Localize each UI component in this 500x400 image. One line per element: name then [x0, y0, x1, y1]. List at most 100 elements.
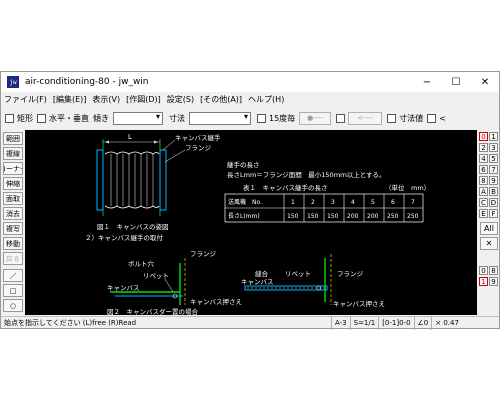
layer-button-b[interactable]: B — [489, 187, 498, 196]
tool-erase[interactable]: 消去 — [3, 207, 23, 220]
tool-chamfer[interactable]: 面取 — [3, 192, 23, 205]
rect-checkbox[interactable] — [5, 113, 14, 123]
minimize-button[interactable]: − — [413, 72, 441, 92]
app-window: jw air-conditioning-80 - jw_win − ☐ ✕ ファ… — [0, 71, 500, 330]
deg15-checkbox[interactable] — [257, 113, 266, 123]
flange-label: フランジ — [185, 144, 212, 152]
maximize-button[interactable]: ☐ — [442, 72, 470, 92]
table-header-cell: 1 — [291, 199, 295, 206]
drawing-canvas[interactable]: L キャンバス継手 フランジ 図１ キャンバスの姿図 ２）キャンバス継手の取付 … — [25, 130, 477, 315]
tool-circle-icon[interactable]: ○ — [3, 299, 23, 312]
rect-label: 矩形 — [17, 113, 33, 123]
table-cell: 250 — [407, 213, 419, 220]
left-tool-panel: 範囲 複線 コーナー 伸縮 面取 消去 複写 移動 戻る ／ □ ○ — [3, 132, 23, 316]
hv-label: 水平・垂直 — [49, 113, 89, 123]
layer-button-d[interactable]: D — [489, 198, 498, 207]
scale-indicator[interactable]: S=1/1 — [349, 316, 379, 330]
menu-edit[interactable]: [編集(E)] — [53, 94, 87, 105]
layer-off-icon[interactable]: ✕ — [480, 237, 498, 250]
leader-flange — [164, 149, 186, 163]
presser-label: キャンバス押さえ — [333, 299, 385, 308]
layer-button-2[interactable]: 2 — [479, 143, 488, 152]
layer-button-5[interactable]: 5 — [489, 154, 498, 163]
table-header-cell: 6 — [391, 199, 395, 206]
table-cell: 200 — [347, 213, 359, 220]
canvas-joint-label: キャンバス継手 — [175, 133, 221, 142]
tool-range[interactable]: 範囲 — [3, 132, 23, 145]
canvas-bottom-wave — [104, 205, 160, 209]
group-button-1[interactable]: 1 — [479, 277, 488, 286]
table-cell: 150 — [327, 213, 339, 220]
flange-right — [159, 149, 167, 211]
lt-label: < — [439, 113, 446, 123]
dim-l-label: L — [128, 133, 132, 141]
angle-select[interactable] — [113, 111, 163, 125]
layer-button-7[interactable]: 7 — [489, 165, 498, 174]
fig1-caption: 図１ キャンバスの姿図 — [97, 222, 169, 231]
tool-copy[interactable]: 複写 — [3, 222, 23, 235]
tool-move[interactable]: 移動 — [3, 237, 23, 250]
layer-button-4[interactable]: 4 — [479, 154, 488, 163]
point-button[interactable]: ●---- — [299, 111, 332, 125]
menu-view[interactable]: 表示(V) — [92, 94, 120, 105]
layer-button-f[interactable]: F — [489, 209, 498, 218]
table-cell: 長さL(mm) — [228, 213, 260, 220]
table-header-cell: 7 — [411, 199, 415, 206]
tool-rect-icon[interactable]: □ — [3, 284, 23, 297]
layer-button-0[interactable]: 0 — [479, 132, 488, 141]
tool-undo[interactable]: 戻る — [3, 252, 23, 265]
table-cell: 250 — [387, 213, 399, 220]
table-header-cell: 4 — [351, 199, 355, 206]
length-notes: 継手の長さ 長さLmm＝フランジ面間 最小150ｍｍ以上とする。 表１ キャンバ… — [227, 160, 430, 192]
toolbar: 矩形 水平・垂直 傾き 寸法 15度毎 ●---- <---- 寸法値 < — [1, 108, 499, 128]
dimval-label: 寸法値 — [399, 113, 424, 123]
table-title: 表１ キャンバス継手の長さ — [243, 183, 328, 192]
tool-parallel[interactable]: 複線 — [3, 147, 23, 160]
layer-panel: 0 1 2 3 4 5 6 7 8 9 A B C D E F All ✕ 0 … — [479, 132, 499, 316]
hv-checkbox[interactable] — [37, 113, 46, 123]
layer-indicator[interactable]: [0-1]0-0 — [378, 316, 413, 330]
layer-all-button[interactable]: All — [480, 222, 498, 235]
detail-canvas-bar — [244, 285, 328, 291]
detail-left: フランジ ボルト穴 リベット キャンバス キャンバス押さえ — [107, 250, 242, 306]
menu-help[interactable]: ヘルプ(H) — [248, 94, 284, 105]
group-button-8[interactable]: 8 — [489, 266, 498, 275]
layer-button-a[interactable]: A — [479, 187, 488, 196]
table-header-cell: 3 — [331, 199, 335, 206]
layer-button-6[interactable]: 6 — [479, 165, 488, 174]
menu-file[interactable]: ファイル(F) — [4, 94, 47, 105]
arrow-checkbox[interactable] — [336, 113, 346, 123]
flange-left — [96, 149, 104, 211]
layer-button-1[interactable]: 1 — [489, 132, 498, 141]
layer-button-3[interactable]: 3 — [489, 143, 498, 152]
tool-corner[interactable]: コーナー — [3, 162, 23, 175]
angle-indicator[interactable]: ∠0 — [413, 316, 432, 330]
close-button[interactable]: ✕ — [471, 72, 499, 92]
title-bar: jw air-conditioning-80 - jw_win − ☐ ✕ — [1, 72, 499, 92]
paper-size[interactable]: A-3 — [331, 316, 350, 330]
group-button-9[interactable]: 9 — [489, 277, 498, 286]
dim-arrow-right-icon — [154, 140, 158, 144]
menu-draw[interactable]: [作図(D)] — [126, 94, 161, 105]
dimval-checkbox[interactable] — [387, 113, 397, 123]
layer-button-e[interactable]: E — [479, 209, 488, 218]
layer-button-9[interactable]: 9 — [489, 176, 498, 185]
arrow-button[interactable]: <---- — [348, 111, 383, 125]
lt-checkbox[interactable] — [427, 113, 437, 123]
dim-label: 寸法 — [169, 113, 185, 123]
group-button-0[interactable]: 0 — [479, 266, 488, 275]
angle-label: 傾き — [93, 113, 109, 123]
menu-other[interactable]: [その他(A)] — [200, 94, 242, 105]
dim-select[interactable] — [189, 111, 251, 125]
menu-settings[interactable]: 設定(S) — [167, 94, 194, 105]
tool-stretch[interactable]: 伸縮 — [3, 177, 23, 190]
canvas-label: キャンバス — [107, 284, 140, 292]
tool-line-icon[interactable]: ／ — [3, 269, 23, 282]
layer-button-c[interactable]: C — [479, 198, 488, 207]
note-body: 長さLmm＝フランジ面間 最小150ｍｍ以上とする。 — [227, 170, 386, 179]
zoom-indicator[interactable]: × 0.47 — [431, 316, 462, 330]
dim-arrow-left-icon — [105, 140, 109, 144]
status-bar: 始点を指示してください (L)free (R)Read A-3 S=1/1 [0… — [1, 316, 499, 330]
layer-button-8[interactable]: 8 — [479, 176, 488, 185]
canvas-label: キャンバス — [241, 278, 274, 286]
